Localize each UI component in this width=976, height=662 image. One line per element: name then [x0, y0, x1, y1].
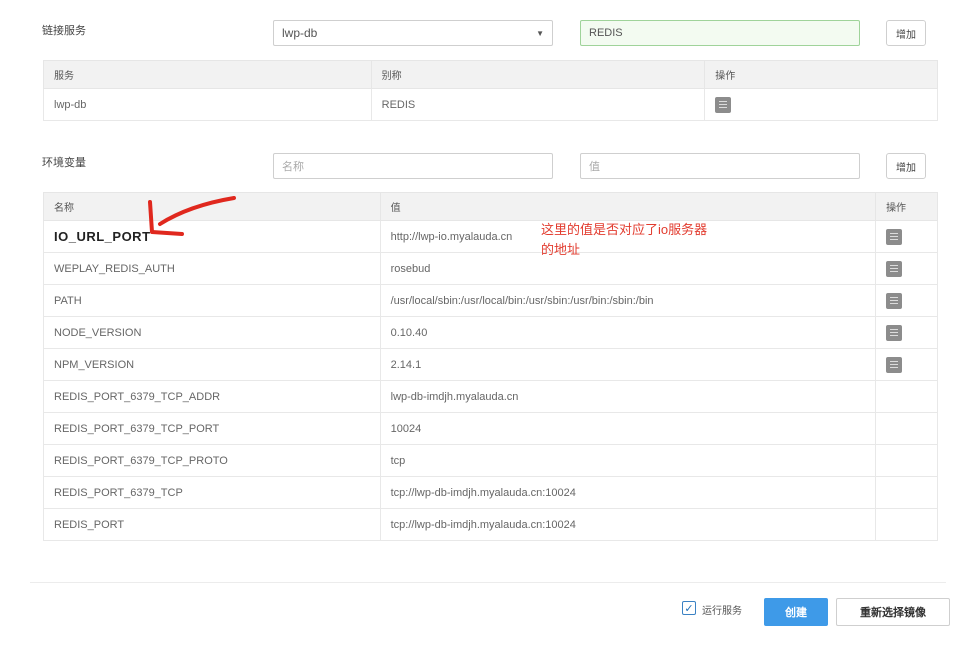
cell-action [875, 220, 938, 253]
linked-services-label: 链接服务 [42, 25, 86, 37]
linked-services-table: 服务 别称 操作 lwp-db REDIS [43, 60, 938, 121]
cell-env-name: REDIS_PORT_6379_TCP_ADDR [43, 380, 381, 413]
table-row: REDIS_PORT_6379_TCP_PROTO tcp [43, 444, 938, 477]
table-row: NPM_VERSION 2.14.1 [43, 348, 938, 381]
header-alias: 别称 [370, 60, 706, 89]
annotation-line-2: 的地址 [541, 242, 581, 257]
cell-env-name: REDIS_PORT_6379_TCP_PORT [43, 412, 381, 445]
table-row: NODE_VERSION 0.10.40 [43, 316, 938, 349]
cell-env-value: tcp://lwp-db-imdjh.myalauda.cn:10024 [379, 508, 877, 541]
alias-input-value: REDIS [589, 27, 623, 39]
cell-alias: REDIS [370, 88, 706, 121]
trash-icon[interactable] [886, 356, 903, 373]
cell-action [875, 412, 938, 445]
cell-env-value: tcp [379, 444, 877, 477]
checkmark-icon: ✓ [684, 602, 694, 615]
env-value-placeholder: 值 [589, 161, 600, 173]
table-row: REDIS_PORT_6379_TCP tcp://lwp-db-imdjh.m… [43, 476, 938, 509]
header-service: 服务 [43, 60, 372, 89]
cell-service: lwp-db [43, 88, 372, 121]
cell-env-value: 0.10.40 [379, 316, 877, 349]
cell-env-value: lwp-db-imdjh.myalauda.cn [379, 380, 877, 413]
add-linked-service-button[interactable]: 增加 [886, 20, 926, 46]
table-header-row: 服务 别称 操作 [43, 60, 938, 89]
cell-action [875, 284, 938, 317]
create-button[interactable]: 创建 [764, 598, 828, 626]
cell-env-name: NPM_VERSION [43, 348, 381, 381]
cell-env-name: REDIS_PORT_6379_TCP_PROTO [43, 444, 381, 477]
cell-env-name: REDIS_PORT [43, 508, 381, 541]
table-row: REDIS_PORT tcp://lwp-db-imdjh.myalauda.c… [43, 508, 938, 541]
add-env-var-button[interactable]: 增加 [886, 153, 926, 179]
env-vars-label: 环境变量 [42, 157, 86, 169]
annotation-text: 这里的值是否对应了io服务器 的地址 [541, 220, 761, 260]
table-row: REDIS_PORT_6379_TCP_PORT 10024 [43, 412, 938, 445]
run-service-checkbox[interactable]: ✓ [682, 601, 696, 615]
cell-env-value: 10024 [379, 412, 877, 445]
env-name-placeholder: 名称 [282, 161, 304, 173]
table-row: PATH /usr/local/sbin:/usr/local/bin:/usr… [43, 284, 938, 317]
header-value: 值 [379, 192, 877, 221]
cell-action [704, 88, 938, 121]
reselect-image-button[interactable]: 重新选择镜像 [836, 598, 950, 626]
cell-action [875, 508, 938, 541]
env-value-input[interactable]: 值 [580, 153, 860, 179]
cell-env-value: /usr/local/sbin:/usr/local/bin:/usr/sbin… [379, 284, 877, 317]
trash-icon[interactable] [886, 324, 903, 341]
table-row: REDIS_PORT_6379_TCP_ADDR lwp-db-imdjh.my… [43, 380, 938, 413]
red-arrow-icon [148, 196, 236, 236]
footer-divider [30, 582, 946, 583]
cell-action [875, 380, 938, 413]
table-row: lwp-db REDIS [43, 88, 938, 121]
trash-icon[interactable] [886, 260, 903, 277]
alias-input[interactable]: REDIS [580, 20, 860, 46]
cell-env-name: NODE_VERSION [43, 316, 381, 349]
cell-env-value: 2.14.1 [379, 348, 877, 381]
trash-icon[interactable] [886, 292, 903, 309]
service-select[interactable]: lwp-db ▼ [273, 20, 553, 46]
run-service-label: 运行服务 [702, 606, 742, 617]
cell-action [875, 316, 938, 349]
table-row: WEPLAY_REDIS_AUTH rosebud [43, 252, 938, 285]
cell-env-name: REDIS_PORT_6379_TCP [43, 476, 381, 509]
header-action: 操作 [875, 192, 938, 221]
cell-action [875, 252, 938, 285]
trash-icon[interactable] [886, 228, 903, 245]
env-name-input[interactable]: 名称 [273, 153, 553, 179]
header-action: 操作 [704, 60, 938, 89]
cell-env-name: WEPLAY_REDIS_AUTH [43, 252, 381, 285]
cell-action [875, 348, 938, 381]
chevron-down-icon: ▼ [536, 28, 544, 38]
cell-env-name: PATH [43, 284, 381, 317]
service-select-value: lwp-db [282, 26, 318, 40]
cell-action [875, 444, 938, 477]
cell-env-value: tcp://lwp-db-imdjh.myalauda.cn:10024 [379, 476, 877, 509]
cell-action [875, 476, 938, 509]
annotation-line-1: 这里的值是否对应了io服务器 [541, 222, 708, 237]
trash-icon[interactable] [715, 96, 732, 113]
